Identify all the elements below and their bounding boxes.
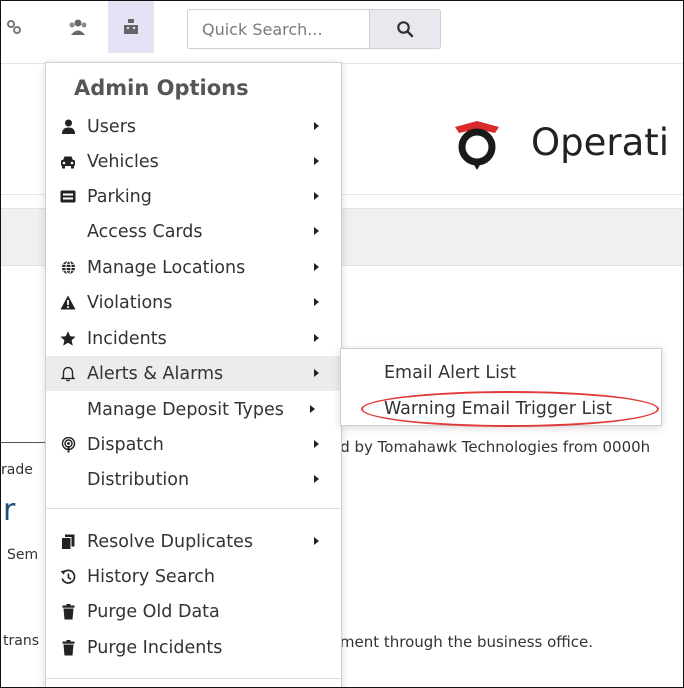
- brand-logo-icon: [453, 119, 501, 171]
- text-underline: [1, 442, 47, 443]
- menu-item-violations[interactable]: Violations: [46, 285, 341, 320]
- menu-item-label: Parking: [87, 186, 152, 207]
- chevron-right-icon: [314, 192, 319, 200]
- menu-item-alerts-alarms[interactable]: Alerts & Alarms: [46, 356, 341, 391]
- menu-item-users[interactable]: Users: [46, 109, 341, 144]
- upgrade-text: rade: [1, 462, 33, 478]
- menu-item-label: Incidents: [87, 328, 167, 349]
- alerts-submenu: Email Alert List Warning Email Trigger L…: [340, 348, 662, 426]
- chevron-right-icon: [314, 122, 319, 130]
- star-icon: [60, 331, 76, 347]
- section-heading: r: [3, 493, 16, 528]
- chevron-right-icon: [310, 405, 315, 413]
- menu-divider: [46, 508, 341, 509]
- submenu-item-warning-email-trigger-list[interactable]: Warning Email Trigger List: [341, 391, 661, 426]
- menu-item-label: Resolve Duplicates: [87, 531, 254, 552]
- menu-item-label: History Search: [87, 566, 215, 587]
- chevron-right-icon: [314, 157, 319, 165]
- chevron-right-icon: [314, 298, 319, 306]
- menu-item-label: Alerts & Alarms: [87, 363, 224, 384]
- admin-options-menu: Admin Options Users Vehicles Parking Acc…: [45, 62, 342, 687]
- car-icon: [60, 154, 76, 170]
- menu-item-access-cards[interactable]: Access Cards: [46, 214, 341, 249]
- menu-item-label: Vehicles: [87, 151, 159, 172]
- chevron-right-icon: [314, 369, 319, 377]
- copy-icon: [60, 534, 76, 550]
- menu-item-purge-old-data[interactable]: Purge Old Data: [46, 594, 341, 629]
- chevron-right-icon: [314, 440, 319, 448]
- menu-item-history-search[interactable]: History Search: [46, 559, 341, 594]
- menu-item-label: Manage Deposit Types: [87, 399, 284, 420]
- menu-item-manage-deposit-types[interactable]: Manage Deposit Types: [46, 392, 341, 427]
- menu-item-resolve-duplicates[interactable]: Resolve Duplicates: [46, 524, 341, 559]
- trash-icon: [60, 603, 76, 620]
- search-button[interactable]: [369, 9, 441, 49]
- menu-divider: [46, 678, 341, 679]
- app-frame: Operati ed by Tomahawk Technologies from…: [0, 0, 684, 688]
- parking-icon: [60, 189, 76, 205]
- menu-item-label: Access Cards: [87, 221, 203, 242]
- warning-icon: [60, 295, 76, 311]
- menu-item-distribution[interactable]: Distribution: [46, 462, 341, 497]
- menu-item-label: Purge Incidents: [87, 637, 223, 658]
- menu-item-vehicles[interactable]: Vehicles: [46, 144, 341, 179]
- menu-item-label: Users: [87, 116, 137, 137]
- menu-title: Admin Options: [74, 76, 249, 100]
- cogs-icon[interactable]: [1, 1, 27, 53]
- history-icon: [60, 569, 76, 585]
- menu-item-dispatch[interactable]: Dispatch: [46, 427, 341, 462]
- top-toolbar: [1, 1, 683, 61]
- powered-by-text: ed by Tomahawk Technologies from 0000h: [331, 438, 651, 456]
- submenu-item-email-alert-list[interactable]: Email Alert List: [341, 355, 661, 390]
- quick-search: [187, 9, 441, 49]
- menu-item-incidents[interactable]: Incidents: [46, 321, 341, 356]
- menu-item-label: Manage Locations: [87, 257, 246, 278]
- menu-item-label: Purge Old Data: [87, 601, 220, 622]
- semester-text: Sem: [7, 547, 39, 563]
- admin-icon[interactable]: [108, 1, 154, 53]
- chevron-right-icon: [314, 263, 319, 271]
- menu-item-label: Distribution: [87, 469, 190, 490]
- transaction-text: trans: [3, 633, 39, 649]
- menu-item-manage-locations[interactable]: Manage Locations: [46, 250, 341, 285]
- search-icon: [397, 21, 414, 38]
- menu-item-parking[interactable]: Parking: [46, 179, 341, 214]
- menu-item-label: Dispatch: [87, 434, 164, 455]
- podcast-icon: [60, 436, 76, 453]
- chevron-right-icon: [314, 475, 319, 483]
- menu-item-purge-incidents[interactable]: Purge Incidents: [46, 630, 341, 665]
- chevron-right-icon: [314, 537, 319, 545]
- brand-title: Operati: [531, 121, 670, 164]
- user-icon: [60, 119, 76, 135]
- chevron-right-icon: [314, 334, 319, 342]
- globe-icon: [60, 260, 76, 276]
- chevron-right-icon: [314, 227, 319, 235]
- payment-text: yment through the business office.: [331, 633, 594, 651]
- search-input[interactable]: [187, 9, 369, 49]
- trash-icon: [60, 639, 76, 656]
- menu-item-label: Violations: [87, 292, 173, 313]
- bell-icon: [60, 366, 76, 382]
- user-group-icon[interactable]: [56, 1, 100, 53]
